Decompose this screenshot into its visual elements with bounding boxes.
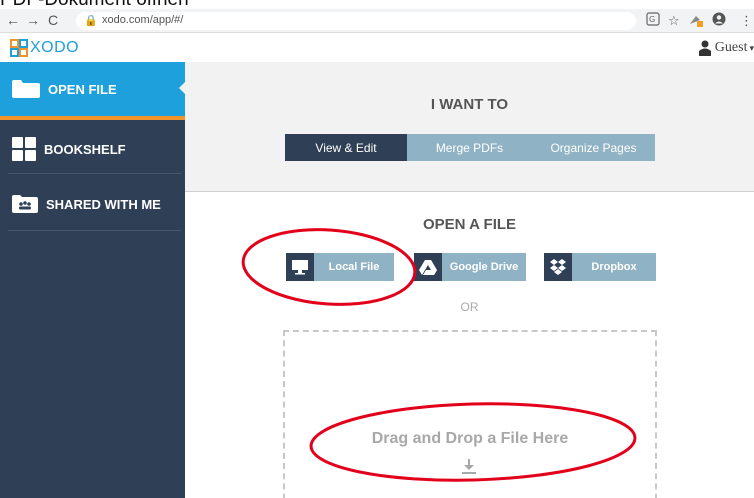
- drop-zone[interactable]: Drag and Drop a File Here: [283, 330, 657, 498]
- sidebar-item-shared-with-me[interactable]: SHARED WITH ME: [0, 178, 185, 230]
- google-drive-label: Google Drive: [449, 261, 519, 273]
- open-file-title: OPEN A FILE: [422, 216, 517, 233]
- google-drive-button[interactable]: Google Drive: [414, 253, 526, 281]
- profile-icon[interactable]: [712, 12, 726, 30]
- dropbox-button[interactable]: Dropbox: [544, 253, 656, 281]
- browser-toolbar: ← → C 🔒 xodo.com/app/#/ G ☆ ⋮: [0, 9, 754, 33]
- sidebar: OPEN FILE BOOKSHELF SHARED WITH ME: [0, 62, 185, 498]
- drop-zone-text: Drag and Drop a File Here: [371, 430, 569, 447]
- grid-icon: [12, 137, 36, 161]
- monitor-icon: [286, 253, 314, 281]
- app-header: XODO Guest ▾: [0, 34, 754, 62]
- sidebar-item-label: SHARED WITH ME: [46, 196, 161, 212]
- user-label: Guest: [714, 40, 748, 55]
- logo-text: XODO: [30, 39, 80, 56]
- sidebar-item-bookshelf[interactable]: BOOKSHELF: [0, 124, 185, 174]
- sidebar-item-label: BOOKSHELF: [44, 141, 126, 157]
- arrow-left-icon[interactable]: ←: [4, 10, 22, 30]
- address-url: xodo.com/app/#/: [102, 14, 184, 26]
- sidebar-item-open-file[interactable]: OPEN FILE: [0, 62, 185, 116]
- local-file-button[interactable]: Local File: [286, 253, 394, 281]
- extension-icon[interactable]: [688, 12, 704, 30]
- people-icon: [12, 195, 38, 213]
- or-separator: OR: [460, 300, 479, 314]
- user-menu[interactable]: Guest ▾: [698, 38, 754, 58]
- address-bar[interactable]: 🔒 xodo.com/app/#/: [76, 12, 636, 30]
- google-drive-icon: [414, 253, 442, 281]
- sidebar-divider: [8, 230, 181, 231]
- sidebar-divider: [8, 173, 181, 174]
- page-caption: PDF-Dokument öffnen: [0, 0, 189, 9]
- tab-merge-pdfs[interactable]: Merge PDFs: [407, 134, 532, 161]
- sidebar-item-label: OPEN FILE: [48, 81, 117, 97]
- reload-icon[interactable]: C: [44, 10, 62, 30]
- arrow-right-icon[interactable]: →: [24, 10, 42, 30]
- dropbox-icon: [544, 253, 572, 281]
- folder-icon: [12, 80, 40, 98]
- tab-view-edit[interactable]: View & Edit: [285, 134, 407, 161]
- lock-icon: 🔒: [84, 15, 98, 27]
- download-arrow-icon: [460, 458, 478, 481]
- caret-down-icon: ▾: [749, 42, 754, 53]
- translate-icon[interactable]: G: [646, 12, 660, 30]
- star-icon[interactable]: ☆: [668, 12, 680, 30]
- svg-text:G: G: [649, 15, 655, 24]
- xodo-logo[interactable]: XODO: [10, 38, 79, 58]
- local-file-label: Local File: [328, 261, 380, 273]
- menu-dots-icon[interactable]: ⋮: [740, 12, 753, 30]
- xodo-logo-icon: [10, 39, 28, 57]
- dropbox-label: Dropbox: [591, 261, 637, 273]
- tab-organize-pages[interactable]: Organize Pages: [532, 134, 655, 161]
- want-title: I WANT TO: [430, 96, 509, 113]
- active-underline: [0, 116, 185, 120]
- action-panel: I WANT TO View & Edit Merge PDFs Organiz…: [185, 62, 754, 192]
- user-icon: [698, 40, 711, 56]
- action-segmented-control: View & Edit Merge PDFs Organize Pages: [285, 134, 655, 161]
